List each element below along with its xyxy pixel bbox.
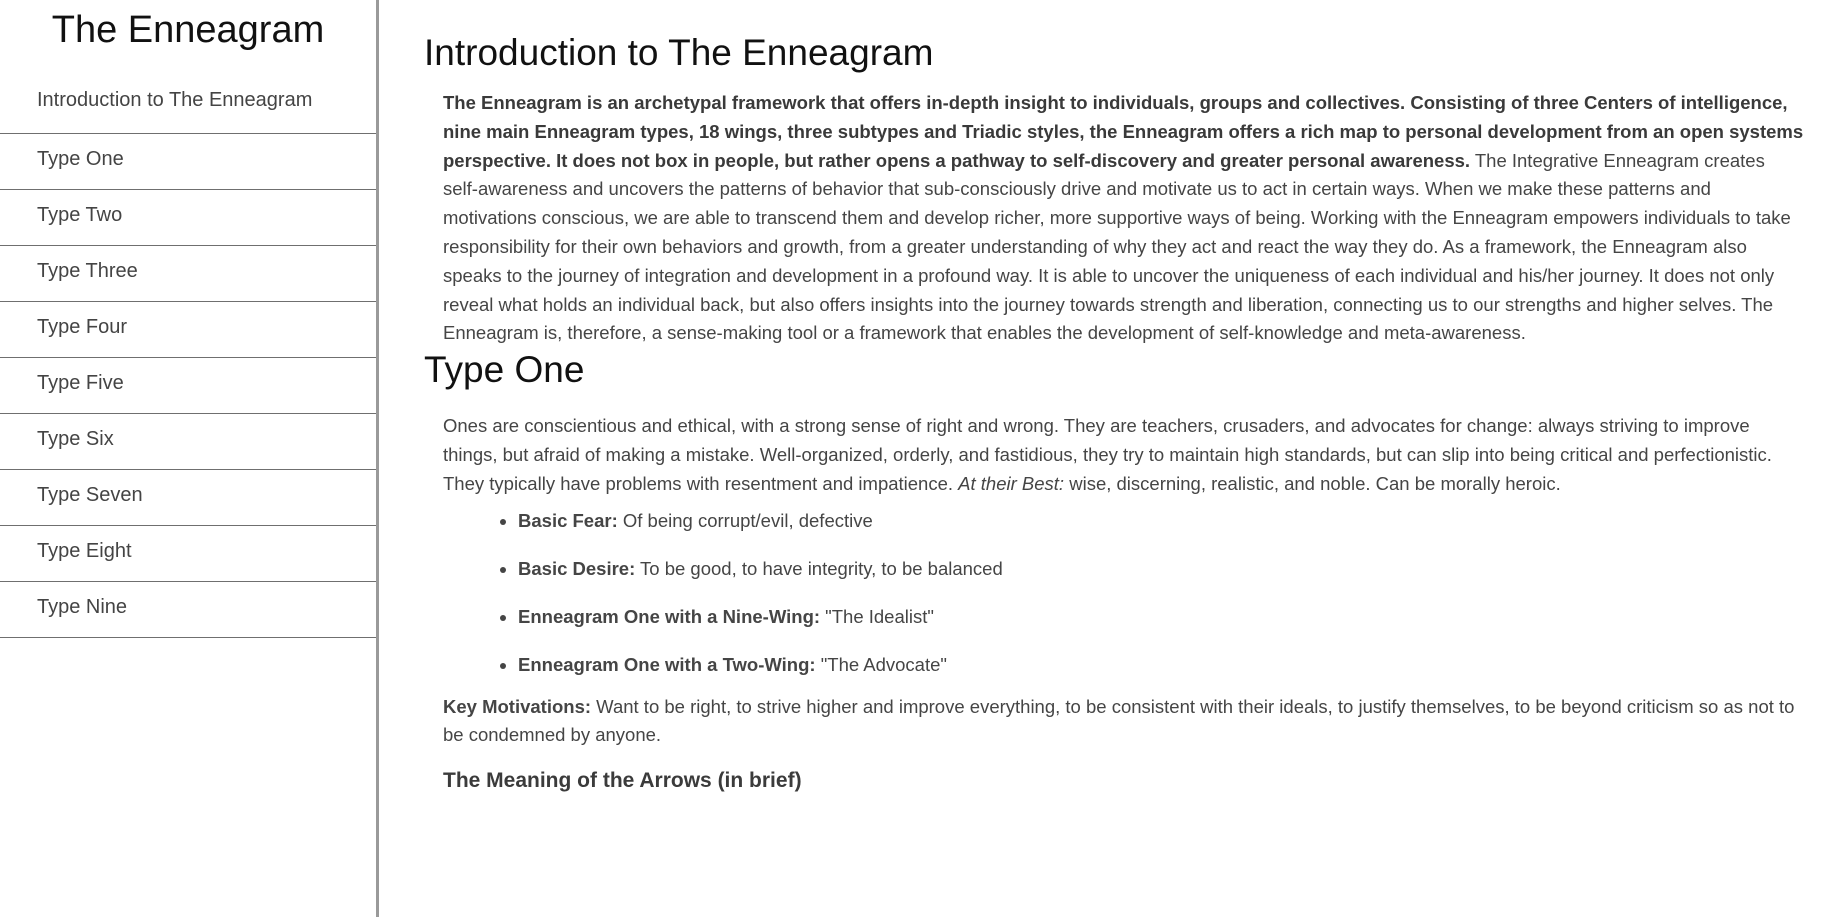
intro-paragraph: The Enneagram is an archetypal framework…	[424, 89, 1804, 348]
two-wing-text: "The Advocate"	[815, 653, 947, 675]
sidebar-item-type-eight[interactable]: Type Eight	[0, 526, 376, 582]
page: The Enneagram Introduction to The Enneag…	[0, 0, 1840, 917]
sidebar-item-type-five[interactable]: Type Five	[0, 358, 376, 414]
nine-wing-text: "The Idealist"	[820, 605, 934, 627]
sidebar-item-introduction[interactable]: Introduction to The Enneagram	[0, 82, 376, 134]
list-item: Enneagram One with a Nine-Wing: "The Ide…	[518, 605, 1804, 629]
sidebar-item-type-one[interactable]: Type One	[0, 134, 376, 190]
sidebar-item-type-four[interactable]: Type Four	[0, 302, 376, 358]
sidebar: The Enneagram Introduction to The Enneag…	[0, 0, 379, 917]
basic-fear-text: Of being corrupt/evil, defective	[617, 509, 873, 531]
sidebar-item-type-nine[interactable]: Type Nine	[0, 582, 376, 638]
sidebar-item-type-seven[interactable]: Type Seven	[0, 470, 376, 526]
key-motivations-text: Want to be right, to strive higher and i…	[443, 695, 1795, 746]
arrows-heading: The Meaning of the Arrows (in brief)	[443, 769, 802, 793]
sidebar-nav: Introduction to The Enneagram Type One T…	[0, 82, 376, 638]
basic-desire-text: To be good, to have integrity, to be bal…	[635, 557, 1003, 579]
basic-fear-label: Basic Fear:	[518, 509, 618, 531]
intro-heading: Introduction to The Enneagram	[424, 32, 934, 73]
nine-wing-label: Enneagram One with a Nine-Wing:	[518, 605, 821, 627]
sidebar-item-type-two[interactable]: Type Two	[0, 190, 376, 246]
type-one-heading: Type One	[424, 349, 585, 391]
key-motivations-label: Key Motivations:	[443, 695, 592, 717]
intro-regular-text: The Integrative Enneagram creates self-a…	[443, 149, 1791, 344]
at-their-best-label: At their Best:	[958, 472, 1065, 494]
key-motivations: Key Motivations: Want to be right, to st…	[424, 693, 1804, 751]
sidebar-item-type-three[interactable]: Type Three	[0, 246, 376, 302]
at-their-best-text: wise, discerning, realistic, and noble. …	[1064, 472, 1561, 494]
sidebar-title: The Enneagram	[51, 9, 325, 51]
type-one-facts-list: Basic Fear: Of being corrupt/evil, defec…	[424, 509, 1804, 677]
type-one-section: Type One Ones are conscientious and ethi…	[424, 348, 1804, 796]
list-item: Basic Fear: Of being corrupt/evil, defec…	[518, 509, 1804, 533]
intro-section: Introduction to The Enneagram The Enneag…	[424, 0, 1804, 348]
basic-desire-label: Basic Desire:	[518, 557, 636, 579]
list-item: Basic Desire: To be good, to have integr…	[518, 557, 1804, 581]
main-content[interactable]: Introduction to The Enneagram The Enneag…	[379, 0, 1840, 917]
two-wing-label: Enneagram One with a Two-Wing:	[518, 653, 816, 675]
type-one-description: Ones are conscientious and ethical, with…	[424, 412, 1804, 498]
sidebar-item-type-six[interactable]: Type Six	[0, 414, 376, 470]
list-item: Enneagram One with a Two-Wing: "The Advo…	[518, 653, 1804, 677]
